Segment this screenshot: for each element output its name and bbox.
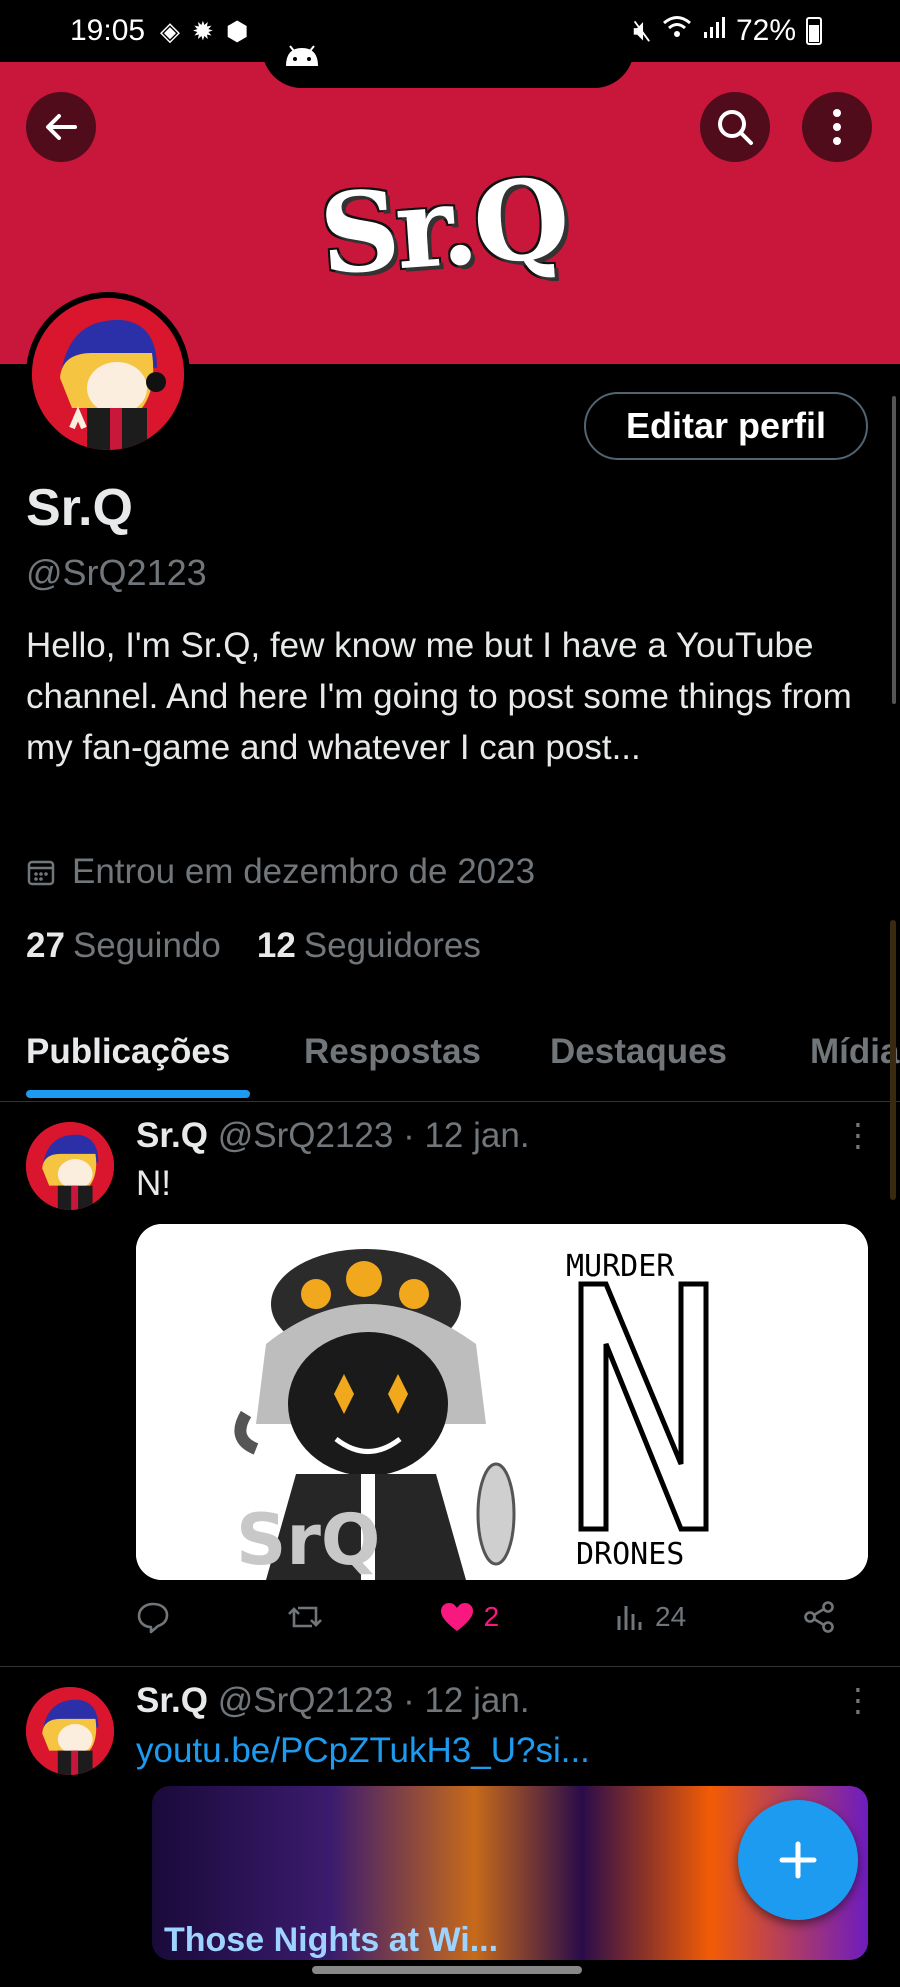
banner-logo: Sr.Q [315, 153, 570, 300]
profile-bio: Hello, I'm Sr.Q, few know me but I have … [26, 626, 852, 767]
tab-media[interactable]: Mídia [810, 1032, 899, 1072]
avatar-image [26, 1687, 114, 1775]
analytics-icon [617, 1606, 642, 1630]
share-button[interactable] [802, 1600, 836, 1634]
post-link[interactable]: youtu.be/PCpZTukH3_U?si... [136, 1731, 590, 1771]
app-notification-icon: ⬢ [225, 16, 249, 46]
calendar-icon [27, 860, 55, 886]
notification-icons: ◈ ✹ ⬢ [160, 16, 249, 47]
battery-icon [806, 17, 822, 45]
drawing-image: SrQ MURDER DRONES [136, 1224, 868, 1580]
android-icon [286, 45, 318, 66]
edit-profile-button[interactable]: Editar perfil [584, 392, 868, 460]
post[interactable]: Sr.Q @SrQ2123 · 12 jan. ⋮ N! SrQ MURDER … [0, 1102, 900, 1666]
post-date: · 12 jan. [403, 1681, 530, 1720]
tab-highlights[interactable]: Destaques [550, 1032, 727, 1072]
plus-icon [779, 1841, 817, 1879]
post-media-image[interactable]: SrQ MURDER DRONES [136, 1224, 868, 1580]
post-text: N! [136, 1164, 171, 1203]
scroll-indicator [890, 920, 896, 1200]
system-icons: 🔇︎ 72% [633, 14, 822, 48]
display-name: Sr.Q [26, 479, 133, 537]
more-options-button[interactable] [802, 92, 872, 162]
status-time: 19:05 [70, 14, 146, 47]
tab-posts[interactable]: Publicações [26, 1032, 230, 1072]
post-avatar[interactable] [26, 1122, 114, 1210]
arrow-left-icon [46, 114, 77, 140]
thumbnail-title: Those Nights at Wi... [164, 1921, 499, 1959]
active-tab-indicator [26, 1090, 250, 1098]
compose-button[interactable] [738, 1800, 858, 1920]
vertical-dots-icon [833, 109, 841, 145]
join-date-text: Entrou em dezembro de 2023 [72, 852, 536, 891]
home-gesture-bar[interactable] [312, 1966, 582, 1974]
like-button[interactable]: 2 [440, 1601, 500, 1633]
camera-notch [262, 40, 634, 88]
following-label: Seguindo [72, 926, 221, 965]
views-button[interactable]: 24 [615, 1601, 686, 1633]
join-date: Entrou em dezembro de 2023 [26, 852, 535, 892]
heart-filled-icon [440, 1603, 473, 1631]
app-notification-icon: ◈ [160, 16, 180, 46]
post-author-name[interactable]: Sr.Q [136, 1116, 208, 1155]
profile-tabs: Publicações Respostas Destaques Mídia [0, 1010, 900, 1102]
app-notification-icon: ✹ [192, 16, 214, 46]
avatar-image [32, 298, 184, 450]
mute-icon: 🔇︎ [633, 14, 652, 47]
post-meta: Sr.Q @SrQ2123 · 12 jan. [136, 1116, 530, 1156]
following-count: 27 [26, 926, 65, 965]
wifi-icon [662, 14, 692, 48]
repost-icon [287, 1606, 322, 1628]
scrollbar[interactable] [892, 396, 896, 704]
media-text-bottom: DRONES [576, 1537, 684, 1572]
share-icon [804, 1601, 834, 1633]
reply-button[interactable] [136, 1600, 170, 1634]
tab-replies[interactable]: Respostas [304, 1032, 481, 1072]
reply-icon [137, 1602, 169, 1634]
profile-avatar[interactable] [26, 292, 190, 456]
media-watermark: SrQ [236, 1499, 380, 1580]
post-author-handle[interactable]: @SrQ2123 [218, 1116, 394, 1155]
followers-label: Seguidores [303, 926, 481, 965]
battery-percent: 72% [735, 14, 796, 47]
post-actions: 2 24 [136, 1600, 836, 1634]
search-button[interactable] [700, 92, 770, 162]
followers-link[interactable]: 12 Seguidores [257, 926, 481, 966]
followers-count: 12 [256, 926, 296, 965]
following-link[interactable]: 27 Seguindo [26, 926, 221, 966]
user-handle: @SrQ2123 [26, 552, 207, 593]
post-menu-icon[interactable]: ⋮ [842, 1681, 874, 1719]
view-count: 24 [655, 1601, 687, 1632]
back-button[interactable] [26, 92, 96, 162]
post-date: · 12 jan. [403, 1116, 530, 1155]
avatar-image [26, 1122, 114, 1210]
post-menu-icon[interactable]: ⋮ [842, 1116, 874, 1154]
follow-stats: 27 Seguindo 12 Seguidores [26, 926, 481, 966]
like-count: 2 [483, 1601, 500, 1632]
media-text-top: MURDER [566, 1249, 675, 1284]
post-meta: Sr.Q @SrQ2123 · 12 jan. [136, 1681, 530, 1721]
repost-button[interactable] [286, 1600, 324, 1634]
signal-icon [702, 14, 726, 48]
post-avatar[interactable] [26, 1687, 114, 1775]
post-author-name[interactable]: Sr.Q [136, 1681, 208, 1720]
post-author-handle[interactable]: @SrQ2123 [218, 1681, 394, 1720]
search-icon [718, 110, 753, 145]
